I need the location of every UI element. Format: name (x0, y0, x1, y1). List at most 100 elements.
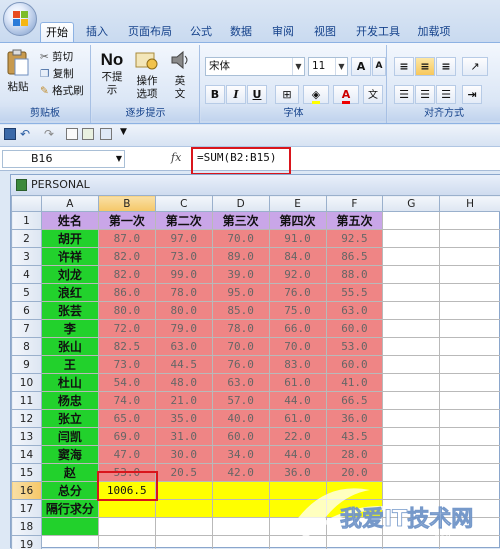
score-cell[interactable]: 61.0 (269, 410, 326, 428)
font-color-button[interactable]: A (333, 85, 359, 104)
customize-qat-icon[interactable]: ▼ (120, 127, 127, 137)
score-cell[interactable]: 70.0 (212, 230, 269, 248)
column-header-f[interactable]: F (326, 196, 383, 212)
cell[interactable] (383, 212, 440, 230)
tab-home[interactable]: 开始 (40, 22, 74, 42)
chevron-down-icon[interactable]: ▼ (292, 58, 304, 75)
score-cell[interactable]: 66.0 (269, 320, 326, 338)
cell[interactable] (155, 500, 212, 518)
cell[interactable] (383, 320, 440, 338)
cut-button[interactable]: ✂ 剪切 (40, 49, 73, 65)
name-cell[interactable]: 杨忠 (41, 392, 98, 410)
function-icon[interactable]: fx (171, 151, 185, 167)
cell[interactable] (383, 248, 440, 266)
tab-developer[interactable]: 开发工具 (352, 22, 404, 42)
score-cell[interactable]: 73.0 (155, 248, 212, 266)
score-cell[interactable]: 47.0 (98, 446, 155, 464)
score-cell[interactable]: 57.0 (212, 392, 269, 410)
cell[interactable] (41, 518, 98, 536)
score-cell[interactable]: 92.0 (269, 266, 326, 284)
score-cell[interactable]: 91.0 (269, 230, 326, 248)
cell[interactable] (440, 392, 500, 410)
row-header[interactable]: 16 (12, 482, 42, 500)
score-cell[interactable]: 65.0 (98, 410, 155, 428)
score-cell[interactable]: 82.0 (98, 248, 155, 266)
cell[interactable] (155, 482, 212, 500)
shrink-font-button[interactable]: A (372, 57, 386, 76)
tab-insert[interactable]: 插入 (80, 22, 114, 42)
score-cell[interactable]: 44.5 (155, 356, 212, 374)
select-all-corner[interactable] (12, 196, 42, 212)
score-cell[interactable]: 76.0 (212, 356, 269, 374)
name-cell[interactable]: 刘龙 (41, 266, 98, 284)
score-cell[interactable]: 76.0 (269, 284, 326, 302)
indent-button[interactable]: ⇥ (462, 85, 482, 104)
row-header[interactable]: 2 (12, 230, 42, 248)
score-cell[interactable]: 60.0 (212, 428, 269, 446)
align-left-button[interactable]: ☰ (394, 85, 414, 104)
cell[interactable] (383, 356, 440, 374)
row-header[interactable]: 17 (12, 500, 42, 518)
score-cell[interactable]: 72.0 (98, 320, 155, 338)
score-cell[interactable]: 31.0 (155, 428, 212, 446)
cell[interactable] (383, 446, 440, 464)
cell[interactable] (440, 338, 500, 356)
score-cell[interactable]: 20.5 (155, 464, 212, 482)
score-cell[interactable]: 97.0 (155, 230, 212, 248)
score-cell[interactable]: 66.5 (326, 392, 383, 410)
align-center-button[interactable]: ☰ (415, 85, 435, 104)
score-cell[interactable]: 78.0 (155, 284, 212, 302)
cell[interactable] (212, 500, 269, 518)
row-header[interactable]: 5 (12, 284, 42, 302)
column-header-e[interactable]: E (269, 196, 326, 212)
name-cell[interactable]: 闫凯 (41, 428, 98, 446)
row-header[interactable]: 13 (12, 428, 42, 446)
name-cell[interactable]: 张立 (41, 410, 98, 428)
score-cell[interactable]: 88.0 (326, 266, 383, 284)
tab-formulas[interactable]: 公式 (186, 22, 216, 42)
alt-sum-label-cell[interactable]: 隔行求分 (41, 500, 98, 518)
bold-button[interactable]: B (205, 85, 225, 104)
column-header-d[interactable]: D (212, 196, 269, 212)
score-cell[interactable]: 75.0 (269, 302, 326, 320)
cell[interactable] (440, 212, 500, 230)
score-cell[interactable]: 63.0 (155, 338, 212, 356)
grow-font-button[interactable]: A (351, 57, 371, 76)
header-cell[interactable]: 第一次 (98, 212, 155, 230)
align-middle-button[interactable]: ≡ (415, 57, 435, 76)
score-cell[interactable]: 36.0 (326, 410, 383, 428)
score-cell[interactable]: 95.0 (212, 284, 269, 302)
row-header[interactable]: 10 (12, 374, 42, 392)
underline-button[interactable]: U (247, 85, 267, 104)
name-cell[interactable]: 浪红 (41, 284, 98, 302)
cell[interactable] (440, 266, 500, 284)
score-cell[interactable]: 86.5 (326, 248, 383, 266)
column-header-g[interactable]: G (383, 196, 440, 212)
score-cell[interactable]: 70.0 (212, 338, 269, 356)
score-cell[interactable]: 54.0 (98, 374, 155, 392)
name-cell[interactable]: 张山 (41, 338, 98, 356)
score-cell[interactable]: 73.0 (98, 356, 155, 374)
score-cell[interactable]: 35.0 (155, 410, 212, 428)
score-cell[interactable]: 28.0 (326, 446, 383, 464)
cell[interactable] (212, 536, 269, 549)
format-painter-button[interactable]: ✎ 格式刷 (40, 83, 84, 99)
score-cell[interactable]: 34.0 (212, 446, 269, 464)
score-cell[interactable]: 22.0 (269, 428, 326, 446)
camera-icon[interactable] (100, 128, 112, 140)
orientation-button[interactable]: ↗ (462, 57, 488, 76)
column-header-c[interactable]: C (155, 196, 212, 212)
score-cell[interactable]: 70.0 (269, 338, 326, 356)
italic-button[interactable]: I (226, 85, 246, 104)
office-button[interactable] (3, 2, 37, 36)
score-cell[interactable]: 43.5 (326, 428, 383, 446)
fill-color-button[interactable]: ◈ (303, 85, 329, 104)
header-cell[interactable]: 第五次 (326, 212, 383, 230)
no-prompt-button[interactable]: No 不提示 (96, 49, 128, 97)
header-cell[interactable]: 第二次 (155, 212, 212, 230)
spreadsheet-icon[interactable] (82, 128, 94, 140)
tab-addins[interactable]: 加载项 (414, 22, 454, 42)
score-cell[interactable]: 44.0 (269, 392, 326, 410)
cell[interactable] (440, 446, 500, 464)
score-cell[interactable]: 41.0 (326, 374, 383, 392)
